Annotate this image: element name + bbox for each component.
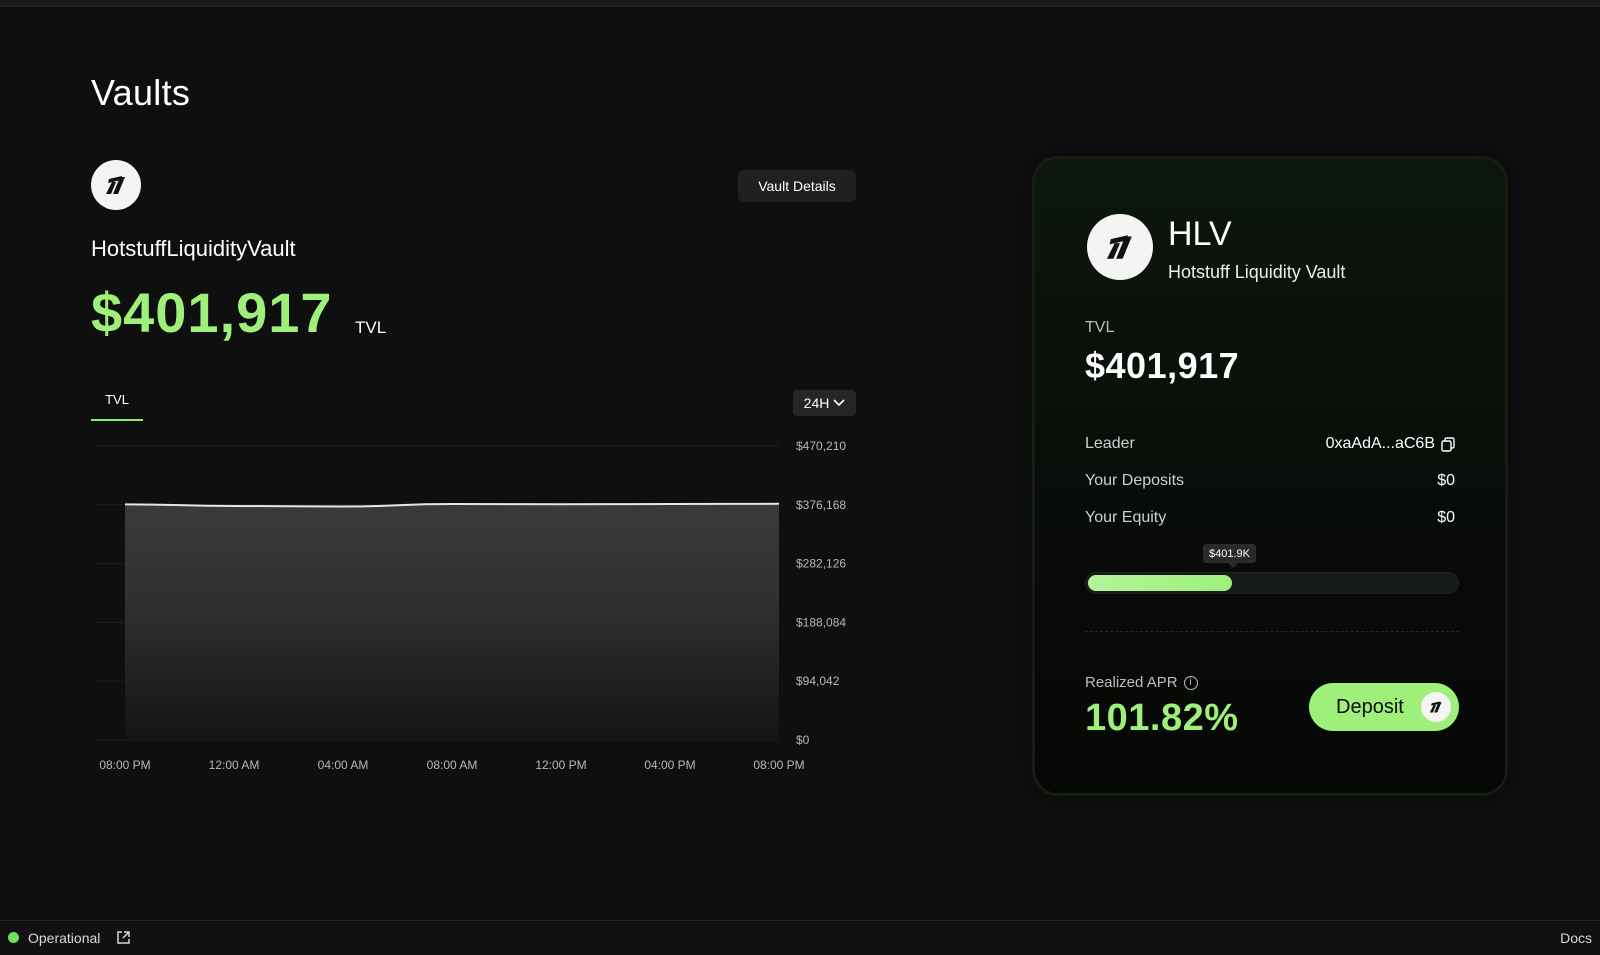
- card-tvl-label: TVL: [1085, 319, 1115, 336]
- progress-badge-pointer: [1228, 563, 1238, 568]
- y-axis-ticks: $470,210 $376,168 $282,126 $188,084 $94,042 $…: [796, 439, 846, 747]
- x-axis-ticks: 08:00 PM 12:00 AM 04:00 AM 08:00 AM 12:00 PM…: [99, 758, 804, 772]
- tvl-area: [125, 503, 779, 740]
- vault-ticker: HLV: [1168, 215, 1232, 253]
- leader-label: Leader: [1085, 435, 1135, 452]
- external-link-icon[interactable]: [116, 930, 131, 945]
- hotstuff-logo-icon: [1429, 701, 1442, 713]
- x-tick-label: 12:00 AM: [209, 758, 260, 772]
- deposit-button[interactable]: Deposit: [1309, 683, 1459, 731]
- info-icon[interactable]: i: [1183, 675, 1198, 690]
- leader-address: 0xaAdA...aC6B: [1325, 435, 1435, 452]
- docs-link[interactable]: Docs: [1560, 930, 1592, 946]
- capacity-progress-bar: [1085, 572, 1459, 594]
- y-tick-label: $0: [796, 733, 810, 747]
- card-logo: [1087, 214, 1153, 280]
- x-tick-label: 08:00 PM: [99, 758, 150, 772]
- apr-label-row: Realized APR i: [1085, 674, 1198, 691]
- status-indicator: [8, 932, 19, 943]
- deposit-logo-icon: [1421, 692, 1451, 722]
- apr-label: Realized APR: [1085, 674, 1178, 691]
- y-tick-label: $470,210: [796, 439, 846, 453]
- vault-summary-card: HLV Hotstuff Liquidity Vault TVL $401,91…: [1032, 156, 1508, 796]
- copy-icon[interactable]: [1441, 436, 1455, 452]
- x-tick-label: 04:00 AM: [318, 758, 369, 772]
- x-tick-label: 12:00 PM: [535, 758, 586, 772]
- card-divider: [1085, 631, 1459, 632]
- your-equity-value: $0: [1437, 509, 1455, 526]
- your-deposits-label: Your Deposits: [1085, 472, 1185, 489]
- your-equity-label: Your Equity: [1085, 509, 1167, 526]
- card-tvl-value: $401,917: [1085, 345, 1240, 386]
- y-tick-label: $376,168: [796, 498, 846, 512]
- vault-full-name: Hotstuff Liquidity Vault: [1168, 262, 1346, 282]
- capacity-progress-fill: [1088, 575, 1232, 591]
- hotstuff-logo-icon: [1106, 235, 1132, 259]
- y-tick-label: $188,084: [796, 615, 846, 629]
- your-deposits-value: $0: [1437, 472, 1455, 489]
- apr-value: 101.82%: [1085, 697, 1239, 739]
- x-tick-label: 08:00 AM: [427, 758, 478, 772]
- y-tick-label: $282,126: [796, 557, 846, 571]
- footer-bar: Operational Docs: [0, 920, 1600, 955]
- x-tick-label: 08:00 PM: [753, 758, 804, 772]
- status-label[interactable]: Operational: [28, 930, 100, 946]
- deposit-button-label: Deposit: [1336, 695, 1404, 718]
- y-tick-label: $94,042: [796, 674, 840, 688]
- progress-badge: $401.9K: [1203, 544, 1256, 563]
- leader-value: 0xaAdA...aC6B: [1326, 435, 1455, 453]
- x-tick-label: 04:00 PM: [644, 758, 695, 772]
